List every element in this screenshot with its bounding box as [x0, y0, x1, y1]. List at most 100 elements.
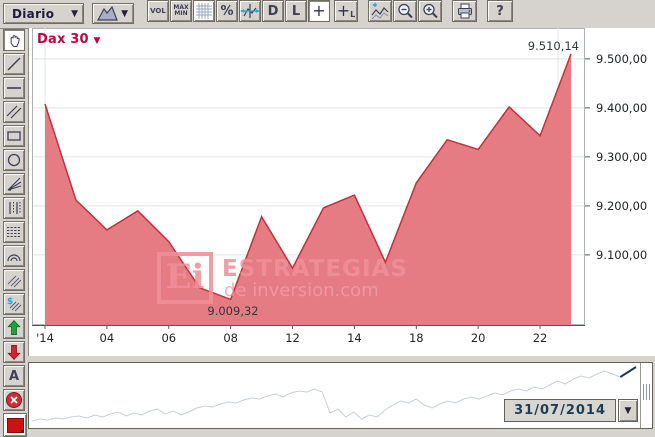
- x-tick-label: '14: [36, 331, 54, 345]
- hatch-lines-tool-button[interactable]: [3, 269, 25, 291]
- text-tool-button[interactable]: A: [3, 365, 25, 387]
- crosshair-button[interactable]: +: [308, 0, 330, 22]
- highlow-button[interactable]: [239, 0, 261, 22]
- fan-lines-icon: [7, 177, 22, 191]
- x-tick-label: 20: [471, 331, 486, 345]
- pan-tool-button[interactable]: [3, 29, 25, 51]
- vertical-lines-tool-button[interactable]: [3, 197, 25, 219]
- delete-icon: [6, 392, 22, 408]
- color-swatch-tool-button[interactable]: ▾: [3, 413, 27, 437]
- arrow-up-icon: [7, 320, 21, 335]
- y-tick-label: 9.100,00: [596, 248, 647, 262]
- y-tick-label: 9.200,00: [596, 199, 647, 213]
- dollar-lines-icon: $: [7, 297, 22, 312]
- help-label: ?: [496, 3, 504, 19]
- indicators-button[interactable]: [368, 0, 392, 22]
- crosshair-l-label: +: [336, 1, 351, 20]
- swatch-corner-arrow-icon: ▾: [20, 428, 24, 435]
- line-chart-button[interactable]: L: [285, 0, 307, 22]
- horizontal-line-icon: [7, 87, 21, 89]
- y-tick-label: 9.300,00: [596, 150, 647, 164]
- hand-icon: [10, 34, 20, 47]
- selected-range-line: [619, 366, 637, 378]
- x-tick-label: 14: [347, 331, 362, 345]
- zoom-out-button[interactable]: [393, 0, 417, 22]
- drawing-toolbar: $ A ▾: [3, 29, 27, 437]
- retracement-icon: [7, 227, 21, 237]
- arrow-down-tool-button[interactable]: [3, 341, 25, 363]
- charting-application: { "toolbar": { "period_value": "Diario",…: [0, 0, 655, 437]
- period-dropdown[interactable]: Diario ▼: [3, 3, 84, 24]
- top-toolbar: Diario ▼ ▼ VOL MAX MIN % D L + + L ?: [0, 0, 655, 29]
- printer-icon: [457, 3, 472, 19]
- x-tick-label: 12: [285, 331, 300, 345]
- retracement-tool-button[interactable]: [3, 221, 25, 243]
- parallel-lines-tool-button[interactable]: [3, 101, 25, 123]
- percent-label: %: [220, 3, 234, 19]
- arrow-up-tool-button[interactable]: [3, 317, 25, 339]
- date-dropdown-button[interactable]: ▼: [618, 399, 638, 422]
- grip-line: [646, 384, 647, 400]
- indicator-icon: [371, 3, 389, 20]
- ellipse-icon: [7, 153, 21, 167]
- y-tick-label: 9.500,00: [596, 52, 647, 66]
- dropdown-arrow-icon: ▼: [71, 8, 78, 19]
- line-label: L: [291, 3, 301, 19]
- x-tick-label: 22: [533, 331, 548, 345]
- main-chart-svg[interactable]: 9.500,00 9.400,00 9.300,00 9.200,00 9.100,00…: [32, 28, 655, 350]
- horizontal-line-tool-button[interactable]: [3, 77, 25, 99]
- trendline-icon: [7, 57, 21, 71]
- highlow-icon: [240, 4, 260, 18]
- hatch-lines-icon: [7, 275, 22, 288]
- arc-tool-button[interactable]: [3, 245, 25, 267]
- x-tick-label: 18: [409, 331, 424, 345]
- history-navigator[interactable]: 31/07/2014 ▼: [28, 362, 653, 429]
- rectangle-tool-button[interactable]: [3, 125, 25, 147]
- chart-type-dropdown[interactable]: ▼: [92, 3, 134, 24]
- symbol-selector[interactable]: Dax 30 ▼: [37, 32, 101, 47]
- help-button[interactable]: ?: [487, 0, 513, 22]
- dropdown-arrow-icon: ▼: [121, 8, 128, 19]
- regression-dollar-tool-button[interactable]: $: [3, 293, 25, 315]
- parallel-lines-icon: [6, 105, 22, 119]
- daily-candle-button[interactable]: D: [262, 0, 284, 22]
- symbol-name: Dax 30: [37, 32, 89, 47]
- x-tick-label: 04: [100, 331, 115, 345]
- trendline-tool-button[interactable]: [3, 53, 25, 75]
- navigator-resize-strip[interactable]: [640, 363, 652, 428]
- crosshair-label: +: [312, 1, 326, 20]
- print-button[interactable]: [452, 0, 477, 22]
- grid-icon: [196, 3, 212, 19]
- x-tick-label: 06: [161, 331, 176, 345]
- y-tick-label: 9.400,00: [596, 101, 647, 115]
- period-value: Diario: [12, 6, 55, 21]
- area-chart-icon: [96, 5, 118, 21]
- maxmin-button[interactable]: MAX MIN: [170, 0, 192, 22]
- fan-lines-tool-button[interactable]: [3, 173, 25, 195]
- main-chart-panel: 9.500,00 9.400,00 9.300,00 9.200,00 9.100,00…: [28, 28, 655, 356]
- grid-button[interactable]: [193, 0, 215, 22]
- grip-line: [649, 384, 650, 400]
- vertical-lines-icon: [9, 202, 21, 214]
- text-tool-label: A: [8, 368, 20, 384]
- low-value-label: 9.009,32: [207, 304, 259, 318]
- crosshair-l-button[interactable]: + L: [334, 0, 358, 22]
- date-value[interactable]: 31/07/2014: [504, 399, 616, 422]
- grip-line: [643, 384, 644, 400]
- high-value-label: 9.510,14: [527, 39, 579, 53]
- crosshair-l-sub: L: [350, 9, 356, 19]
- ellipse-tool-button[interactable]: [3, 149, 25, 171]
- maxmin-label: MAX MIN: [173, 3, 189, 17]
- zoom-in-icon: [423, 3, 438, 19]
- volume-label: VOL: [150, 6, 166, 15]
- percent-button[interactable]: %: [216, 0, 238, 22]
- delete-tool-button[interactable]: [3, 389, 25, 411]
- dropdown-arrow-icon: ▼: [624, 405, 632, 416]
- zoom-out-icon: [398, 3, 413, 19]
- arrow-down-icon: [7, 345, 21, 360]
- symbol-dropdown-arrow-icon: ▼: [93, 36, 101, 46]
- arc-icon: [7, 254, 21, 262]
- zoom-in-button[interactable]: [418, 0, 442, 22]
- rectangle-icon: [7, 131, 21, 141]
- volume-button[interactable]: VOL: [147, 0, 169, 22]
